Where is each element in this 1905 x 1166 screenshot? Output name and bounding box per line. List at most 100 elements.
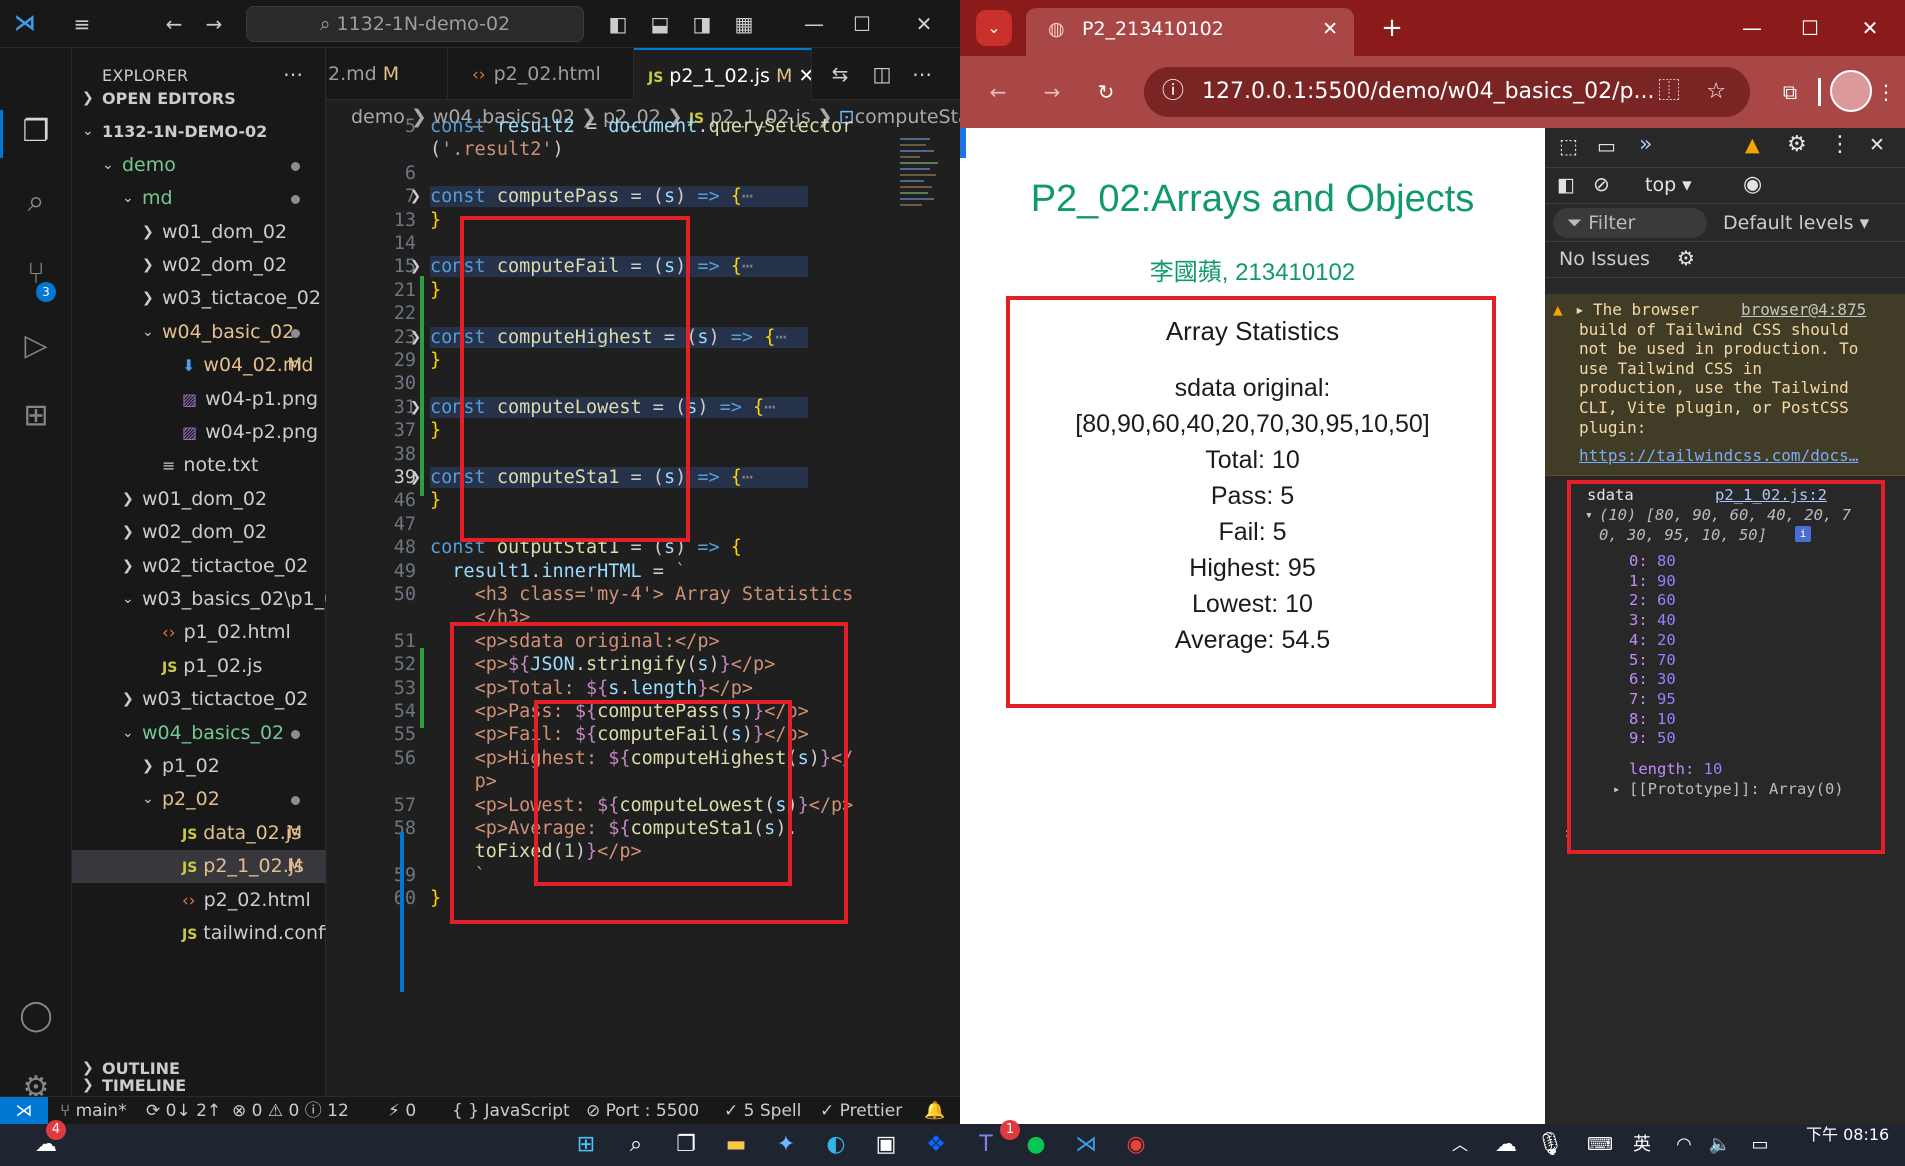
code-line[interactable]: const outputStat1 = (s) => { bbox=[430, 537, 742, 558]
code-line[interactable]: } bbox=[430, 420, 441, 441]
reload-icon[interactable]: ↻ bbox=[1092, 78, 1120, 106]
minimize-icon[interactable]: — bbox=[1738, 14, 1766, 42]
log-levels-select[interactable]: Default levels ▾ bbox=[1723, 212, 1869, 234]
clock[interactable]: 下午 08:16 bbox=[1806, 1124, 1889, 1146]
forward-arrow-icon[interactable]: → bbox=[200, 10, 228, 38]
copilot-icon[interactable]: ✦ bbox=[766, 1126, 806, 1164]
tree-folder[interactable]: ❯ w02_dom_02 bbox=[72, 249, 326, 282]
code-line[interactable]: <p>${JSON.stringify(s)}</p> bbox=[430, 654, 776, 675]
volume-icon[interactable]: 🔈 bbox=[1700, 1126, 1740, 1164]
tree-file[interactable]: ⬇ w04_02.md M bbox=[72, 349, 326, 382]
ime-mode[interactable]: 英 bbox=[1622, 1126, 1662, 1164]
explorer-section[interactable]: ⌄ 1132-1N-DEMO-02 bbox=[72, 115, 326, 148]
notifications-bell-icon[interactable]: 🔔 bbox=[924, 1097, 945, 1125]
device-toolbar-icon[interactable]: ▭ bbox=[1597, 134, 1616, 158]
clear-console-icon[interactable]: ⊘ bbox=[1593, 172, 1610, 196]
code-line[interactable]: <p>Pass: ${computePass(s)}</p> bbox=[430, 701, 809, 722]
breadcrumb-item[interactable]: computeSta1 bbox=[855, 106, 960, 128]
code-line[interactable]: toFixed(1)}</p> bbox=[430, 841, 642, 862]
store-icon[interactable]: ▣ bbox=[866, 1126, 906, 1164]
fold-chevron-icon[interactable]: ❯ bbox=[410, 256, 421, 277]
edge-icon[interactable]: ◐ bbox=[816, 1126, 856, 1164]
problems-status[interactable]: ⊗ 0 ⚠ 0 ⓘ 12 bbox=[232, 1097, 349, 1125]
tree-folder[interactable]: ❯ w02_tictactoe_02 bbox=[72, 550, 326, 583]
tree-folder[interactable]: ❯ w03_tictactoe_02 bbox=[72, 683, 326, 716]
code-line[interactable]: result1.innerHTML = ` bbox=[430, 561, 686, 582]
tailwind-docs-link[interactable]: https://tailwindcss.com/docs… bbox=[1579, 446, 1858, 465]
tree-folder[interactable]: ❯ p1_02 bbox=[72, 750, 326, 783]
tree-folder[interactable]: ❯ w01_dom_02 bbox=[72, 483, 326, 516]
inspect-element-icon[interactable]: ⬚ bbox=[1559, 134, 1578, 158]
code-line[interactable]: <h3 class='my-4'> Array Statistics bbox=[430, 584, 854, 605]
customize-layout-icon[interactable]: ▦ bbox=[730, 10, 758, 38]
code-line[interactable]: } bbox=[430, 210, 441, 231]
code-line[interactable]: } bbox=[430, 888, 441, 909]
close-icon[interactable]: ✕ bbox=[910, 10, 938, 38]
toggle-panel-icon[interactable]: ⬓ bbox=[646, 10, 674, 38]
dropbox-icon[interactable]: ❖ bbox=[916, 1126, 956, 1164]
browser-tab[interactable]: ◍ P2_213410102 ✕ bbox=[1026, 8, 1354, 56]
explorer-section[interactable]: ❯ OPEN EDITORS bbox=[72, 82, 326, 115]
command-center-search[interactable]: ⌕ 1132-1N-demo-02 bbox=[246, 6, 584, 42]
warning-source-link[interactable]: browser@4:875 bbox=[1741, 300, 1866, 319]
no-issues-label[interactable]: No Issues bbox=[1559, 248, 1650, 270]
tab-search-icon[interactable]: ⌄ bbox=[976, 10, 1012, 46]
branch-status[interactable]: ⑂ main* bbox=[60, 1097, 127, 1125]
chrome-taskbar-icon[interactable]: ◉ bbox=[1116, 1126, 1156, 1164]
tree-folder[interactable]: ❯ w01_dom_02 bbox=[72, 216, 326, 249]
live-server-status[interactable]: ⊘ Port : 5500 bbox=[586, 1097, 699, 1125]
account-icon[interactable]: ◯ bbox=[14, 994, 58, 1038]
tab-md[interactable]: 2.md M bbox=[326, 48, 448, 100]
vscode-taskbar-icon[interactable]: ⋊ bbox=[1066, 1126, 1106, 1164]
eye-icon[interactable]: ◉ bbox=[1743, 172, 1762, 197]
battery-icon[interactable]: ▭ bbox=[1740, 1126, 1780, 1164]
tab-close-icon[interactable]: ✕ bbox=[1322, 8, 1338, 50]
search-icon[interactable]: ⌕ bbox=[616, 1126, 656, 1164]
expand-triangle-icon[interactable]: ▸ bbox=[1575, 300, 1585, 319]
compare-changes-icon[interactable]: ⇆ bbox=[826, 60, 854, 88]
tab-close-icon[interactable]: ✕ bbox=[798, 65, 811, 87]
code-line[interactable]: p> bbox=[430, 771, 497, 792]
close-devtools-icon[interactable]: ✕ bbox=[1869, 134, 1885, 156]
tree-folder[interactable]: ⌄ w04_basics_02 bbox=[72, 717, 326, 750]
forward-arrow-icon[interactable]: → bbox=[1038, 78, 1066, 106]
expand-triangle-icon[interactable]: ▸ bbox=[1613, 782, 1620, 796]
mic-muted-icon[interactable]: 🎙 bbox=[1530, 1126, 1570, 1164]
tray-chevron-icon[interactable]: ︿ bbox=[1440, 1126, 1480, 1164]
code-line[interactable]: } bbox=[430, 350, 441, 371]
run-debug-icon[interactable]: ▷ bbox=[14, 324, 58, 368]
new-tab-icon[interactable]: + bbox=[1374, 10, 1410, 46]
tree-folder[interactable]: ⌄ w04_basic_02 bbox=[72, 316, 326, 349]
ports-status[interactable]: ⚡ 0 bbox=[388, 1097, 416, 1125]
tree-folder[interactable]: ❯ w03_tictacoe_02 bbox=[72, 282, 326, 315]
filter-input[interactable]: ⏷ Filter bbox=[1553, 208, 1707, 238]
code-line[interactable]: ('.result2') bbox=[430, 139, 564, 160]
tab-p2-1-02-js[interactable]: JS p2_1_02.js M ✕ bbox=[634, 48, 812, 100]
tree-file[interactable]: ▨ w04-p1.png bbox=[72, 383, 326, 416]
code-line[interactable]: } bbox=[430, 490, 441, 511]
code-line[interactable]: } bbox=[430, 280, 441, 301]
context-select[interactable]: top ▾ bbox=[1645, 174, 1692, 196]
more-options-icon[interactable]: ⋮ bbox=[1829, 132, 1851, 157]
tab-p2-02-html[interactable]: ‹› p2_02.html bbox=[448, 48, 634, 100]
code-line[interactable]: const computeSta1 = (s) => {⋯ bbox=[430, 467, 808, 488]
code-line[interactable]: <p>Lowest: ${computeLowest(s)}</p> bbox=[430, 795, 854, 816]
prettier-status[interactable]: ✓ Prettier bbox=[820, 1097, 902, 1125]
tree-folder[interactable]: ⌄ md bbox=[72, 182, 326, 215]
minimap[interactable] bbox=[898, 134, 942, 234]
warning-icon[interactable]: ▲ bbox=[1745, 134, 1760, 156]
code-line[interactable]: <p>sdata original:</p> bbox=[430, 631, 720, 652]
task-view-icon[interactable]: ❐ bbox=[666, 1126, 706, 1164]
split-editor-icon[interactable]: ◫ bbox=[868, 60, 896, 88]
chrome-menu-icon[interactable]: ⋮ bbox=[1872, 78, 1900, 106]
wifi-icon[interactable]: ◠ bbox=[1664, 1126, 1704, 1164]
settings-gear-icon[interactable]: ⚙ bbox=[1787, 132, 1807, 157]
log-source-link[interactable]: p2_1_02.js:2 bbox=[1715, 486, 1827, 504]
translate-icon[interactable]: ⿰ bbox=[1658, 67, 1680, 117]
tree-file[interactable]: JS p2_1_02.js M bbox=[72, 850, 326, 884]
tree-folder[interactable]: ⌄ p2_02 bbox=[72, 783, 326, 816]
close-icon[interactable]: ✕ bbox=[1856, 14, 1884, 42]
tree-file[interactable]: ≡ note.txt bbox=[72, 449, 326, 482]
search-icon[interactable]: ⌕ bbox=[14, 180, 58, 224]
tree-folder[interactable]: ❯ w02_dom_02 bbox=[72, 516, 326, 549]
